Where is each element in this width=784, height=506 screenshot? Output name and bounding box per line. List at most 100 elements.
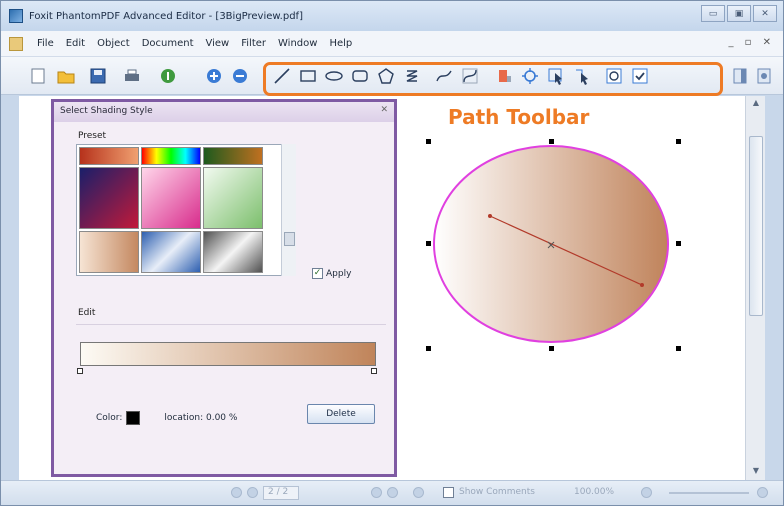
path-toolbar-callout: Path Toolbar <box>448 105 590 129</box>
window-title: Foxit PhantomPDF Advanced Editor - [3Big… <box>29 10 303 22</box>
check-icon[interactable] <box>631 67 649 85</box>
color-swatch[interactable] <box>126 411 141 425</box>
gradient-stop-left[interactable] <box>77 368 83 374</box>
scroll-thumb[interactable] <box>749 136 763 316</box>
preset-pink[interactable] <box>141 167 201 229</box>
menu-bar: File Edit Object Document View Filter Wi… <box>1 31 783 57</box>
document-window-controls[interactable]: _ ▫ ✕ <box>728 37 775 48</box>
rectangle-icon[interactable] <box>299 67 317 85</box>
preset-label: Preset <box>78 131 107 141</box>
next-page-icon[interactable] <box>371 487 382 498</box>
last-page-icon[interactable] <box>387 487 398 498</box>
paint-icon[interactable] <box>495 67 513 85</box>
apply-checkbox[interactable]: ✓ <box>312 268 323 279</box>
show-comments-label: Show Comments <box>459 487 535 497</box>
line-icon[interactable] <box>273 67 291 85</box>
zoom-out-icon[interactable] <box>231 67 249 85</box>
vertical-scrollbar[interactable]: ▲ ▼ <box>745 96 765 480</box>
preset-list[interactable] <box>76 144 296 276</box>
menu-file[interactable]: File <box>31 38 60 49</box>
close-button[interactable]: ✕ <box>753 5 777 22</box>
color-label: Color: <box>96 413 123 423</box>
new-page-icon[interactable] <box>29 67 47 85</box>
shading-style-dialog: Select Shading Style ✕ Preset ✓ Apply Ed… <box>51 99 397 477</box>
prev-page-icon[interactable] <box>247 487 258 498</box>
preset-light-green[interactable] <box>203 167 263 229</box>
spiral-icon[interactable] <box>403 67 421 85</box>
preset-blue-silver[interactable] <box>141 231 201 273</box>
object-icon[interactable] <box>605 67 623 85</box>
gradient-start-handle[interactable] <box>488 214 492 218</box>
selection-handle-tl[interactable] <box>426 139 431 144</box>
move-points-icon[interactable] <box>521 67 539 85</box>
gradient-editor-bar[interactable] <box>80 342 376 366</box>
app-window: Foxit PhantomPDF Advanced Editor - [3Big… <box>0 0 784 506</box>
panel-icon[interactable] <box>731 67 749 85</box>
menu-object[interactable]: Object <box>91 38 136 49</box>
status-bar: 2 / 2 Show Comments 100.00% <box>1 480 783 505</box>
bezier-icon[interactable] <box>461 67 479 85</box>
apply-label: Apply <box>326 268 352 279</box>
menu-view[interactable]: View <box>200 38 236 49</box>
preset-rainbow[interactable] <box>141 147 201 165</box>
panel-alt-icon[interactable] <box>755 67 773 85</box>
first-page-icon[interactable] <box>231 487 242 498</box>
page-number-field[interactable]: 2 / 2 <box>263 486 299 500</box>
zoom-level[interactable]: 100.00% <box>574 487 614 497</box>
maximize-button[interactable]: ▣ <box>727 5 751 22</box>
info-icon[interactable] <box>159 67 177 85</box>
preset-navy-red[interactable] <box>79 167 139 229</box>
polygon-icon[interactable] <box>377 67 395 85</box>
preset-scroll-thumb[interactable] <box>284 232 295 246</box>
preset-grey-chrome[interactable] <box>203 231 263 273</box>
fit-page-icon[interactable] <box>413 487 424 498</box>
preset-peach[interactable] <box>79 231 139 273</box>
delete-button[interactable]: Delete <box>307 404 375 424</box>
selection-handle-l[interactable] <box>426 241 431 246</box>
zoom-in-icon[interactable] <box>205 67 223 85</box>
zoom-slider[interactable] <box>669 492 749 494</box>
dialog-title-text: Select Shading Style <box>60 106 153 116</box>
edit-label: Edit <box>78 308 96 318</box>
left-panel-strip <box>1 96 19 480</box>
preset-scrollbar[interactable] <box>281 144 296 276</box>
menu-document[interactable]: Document <box>136 38 200 49</box>
ellipse-icon[interactable] <box>325 67 343 85</box>
rounded-rectangle-icon[interactable] <box>351 67 369 85</box>
menu-window[interactable]: Window <box>272 38 323 49</box>
selection-handle-bl[interactable] <box>426 346 431 351</box>
zoom-in-status-icon[interactable] <box>757 487 768 498</box>
color-row: Color: location: 0.00 % <box>96 411 237 425</box>
preset-red-orange[interactable] <box>79 147 139 165</box>
gradient-stop-right[interactable] <box>371 368 377 374</box>
select-nodes-icon[interactable] <box>573 67 591 85</box>
menu-edit[interactable]: Edit <box>60 38 91 49</box>
show-comments-checkbox[interactable] <box>443 487 454 498</box>
menu-filter[interactable]: Filter <box>235 38 272 49</box>
selection-handle-tr[interactable] <box>676 139 681 144</box>
document-icon[interactable] <box>9 36 23 51</box>
preset-dark-green[interactable] <box>203 147 263 165</box>
app-logo-icon <box>9 9 23 23</box>
selection-handle-t[interactable] <box>549 139 554 144</box>
zoom-out-status-icon[interactable] <box>641 487 652 498</box>
location-label: location: 0.00 % <box>164 413 238 423</box>
open-folder-icon[interactable] <box>57 67 75 85</box>
selection-handle-b[interactable] <box>549 346 554 351</box>
selection-handle-br[interactable] <box>676 346 681 351</box>
gradient-end-handle[interactable] <box>640 283 644 287</box>
edit-separator <box>76 324 386 325</box>
apply-option[interactable]: ✓ Apply <box>312 268 351 279</box>
curve-icon[interactable] <box>435 67 453 85</box>
minimize-button[interactable]: ▭ <box>701 5 725 22</box>
print-icon[interactable] <box>123 67 141 85</box>
title-bar: Foxit PhantomPDF Advanced Editor - [3Big… <box>1 1 783 31</box>
scroll-down-icon[interactable]: ▼ <box>750 466 762 478</box>
window-controls: ▭ ▣ ✕ <box>701 5 777 22</box>
select-icon[interactable] <box>547 67 565 85</box>
save-icon[interactable] <box>89 67 107 85</box>
menu-help[interactable]: Help <box>323 38 358 49</box>
dialog-close-icon[interactable]: ✕ <box>380 105 388 115</box>
selection-handle-r[interactable] <box>676 241 681 246</box>
scroll-up-icon[interactable]: ▲ <box>750 98 762 110</box>
